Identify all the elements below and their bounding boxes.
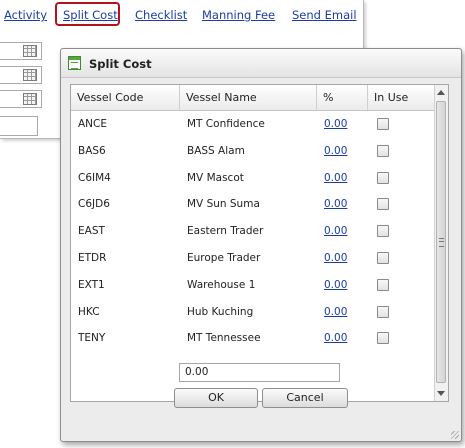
percent-cell: 0.00 [317, 218, 347, 245]
vessel-name: Eastern Trader [187, 225, 264, 238]
scroll-up-icon[interactable] [437, 90, 445, 95]
column-header-in-use[interactable]: In Use [368, 85, 434, 110]
percent-cell: 0.00 [317, 165, 347, 192]
link-manning-fee[interactable]: Manning Fee [202, 8, 275, 22]
vessel-name: MT Confidence [187, 118, 265, 130]
in-use-checkbox[interactable] [377, 225, 389, 238]
percent-link[interactable]: 0.00 [324, 198, 347, 210]
percent-cell: 0.00 [317, 299, 347, 326]
scroll-down-icon[interactable] [437, 391, 445, 396]
table-row[interactable]: BAS6 BASS Alam 0.00 [71, 138, 434, 165]
in-use-checkbox[interactable] [377, 278, 389, 291]
percent-cell: 0.00 [317, 138, 347, 165]
in-use-checkbox[interactable] [377, 171, 389, 184]
percent-link[interactable]: 0.00 [324, 306, 347, 318]
table-row[interactable]: C6JD6 MV Sun Suma 0.00 [71, 191, 434, 218]
percent-link[interactable]: 0.00 [324, 252, 347, 264]
link-send-email[interactable]: Send Email [292, 8, 357, 22]
resize-grip-icon[interactable] [451, 431, 459, 439]
table-row[interactable]: HKC Hub Kuching 0.00 [71, 299, 434, 326]
percent-link[interactable]: 0.00 [324, 225, 347, 237]
table-row[interactable]: EXT1 Warehouse 1 0.00 [71, 272, 434, 299]
column-header-vessel-code[interactable]: Vessel Code [71, 85, 180, 110]
grid-header: Vessel Code Vessel Name % In Use [71, 85, 434, 111]
percent-cell: 0.00 [317, 245, 347, 272]
vessel-name: Europe Trader [187, 252, 261, 264]
vessel-code: C6JD6 [78, 198, 110, 211]
percent-link[interactable]: 0.00 [324, 332, 347, 344]
in-use-checkbox[interactable] [377, 118, 389, 130]
calendar-icon[interactable] [23, 69, 37, 81]
vessel-code: ANCE [78, 118, 108, 130]
table-row[interactable]: TENY MT Tennessee 0.00 [71, 325, 434, 352]
percent-cell: 0.00 [317, 111, 347, 138]
scrollbar-thumb[interactable] [436, 101, 446, 383]
ok-button[interactable]: OK [174, 388, 258, 408]
table-row[interactable]: ANCE MT Confidence 0.00 [71, 111, 434, 138]
percent-cell: 0.00 [317, 272, 347, 299]
link-activity[interactable]: Activity [4, 8, 47, 22]
vessel-code: HKC [78, 305, 100, 318]
percent-cell: 0.00 [317, 325, 347, 352]
vessel-code: TENY [78, 332, 106, 345]
in-use-checkbox[interactable] [377, 144, 389, 157]
grip-icon [439, 238, 444, 247]
column-header-percent[interactable]: % [317, 85, 368, 110]
vessel-code: C6IM4 [78, 171, 111, 184]
percent-link[interactable]: 0.00 [324, 172, 347, 184]
table-row[interactable]: ETDR Europe Trader 0.00 [71, 245, 434, 272]
vessel-code: EAST [78, 225, 105, 238]
split-cost-dialog: Split Cost Vessel Code Vessel Name % In … [60, 48, 462, 442]
grid-scrollbar[interactable] [434, 85, 448, 401]
vessel-name: MV Mascot [187, 171, 244, 184]
text-field[interactable] [0, 116, 38, 136]
vessel-name: Warehouse 1 [187, 278, 256, 291]
form-icon [68, 56, 81, 70]
vessel-code: BAS6 [78, 144, 106, 157]
vessel-name: BASS Alam [187, 144, 245, 157]
vessel-code: ETDR [78, 252, 107, 264]
in-use-checkbox[interactable] [377, 252, 389, 264]
split-cost-highlight [55, 2, 120, 26]
table-row[interactable]: EAST Eastern Trader 0.00 [71, 218, 434, 245]
vessel-name: Hub Kuching [187, 305, 254, 318]
calendar-icon[interactable] [23, 93, 37, 105]
dialog-titlebar[interactable]: Split Cost [61, 49, 461, 78]
cancel-button[interactable]: Cancel [262, 388, 348, 408]
percent-link[interactable]: 0.00 [324, 118, 347, 130]
in-use-checkbox[interactable] [377, 305, 389, 318]
in-use-checkbox[interactable] [377, 198, 389, 211]
vessel-code: EXT1 [78, 278, 105, 291]
vessel-name: MV Sun Suma [187, 198, 260, 211]
table-row[interactable]: C6IM4 MV Mascot 0.00 [71, 165, 434, 192]
column-header-vessel-name[interactable]: Vessel Name [180, 85, 317, 110]
percent-link[interactable]: 0.00 [324, 145, 347, 157]
percent-link[interactable]: 0.00 [324, 279, 347, 291]
link-checklist[interactable]: Checklist [135, 8, 187, 22]
dialog-title: Split Cost [89, 57, 152, 71]
total-percent-field[interactable]: 0.00 [179, 363, 340, 382]
in-use-checkbox[interactable] [377, 332, 389, 345]
percent-cell: 0.00 [317, 191, 347, 218]
split-cost-grid: Vessel Code Vessel Name % In Use ANCE MT… [70, 84, 449, 402]
calendar-icon[interactable] [23, 45, 37, 57]
vessel-name: MT Tennessee [187, 332, 261, 345]
